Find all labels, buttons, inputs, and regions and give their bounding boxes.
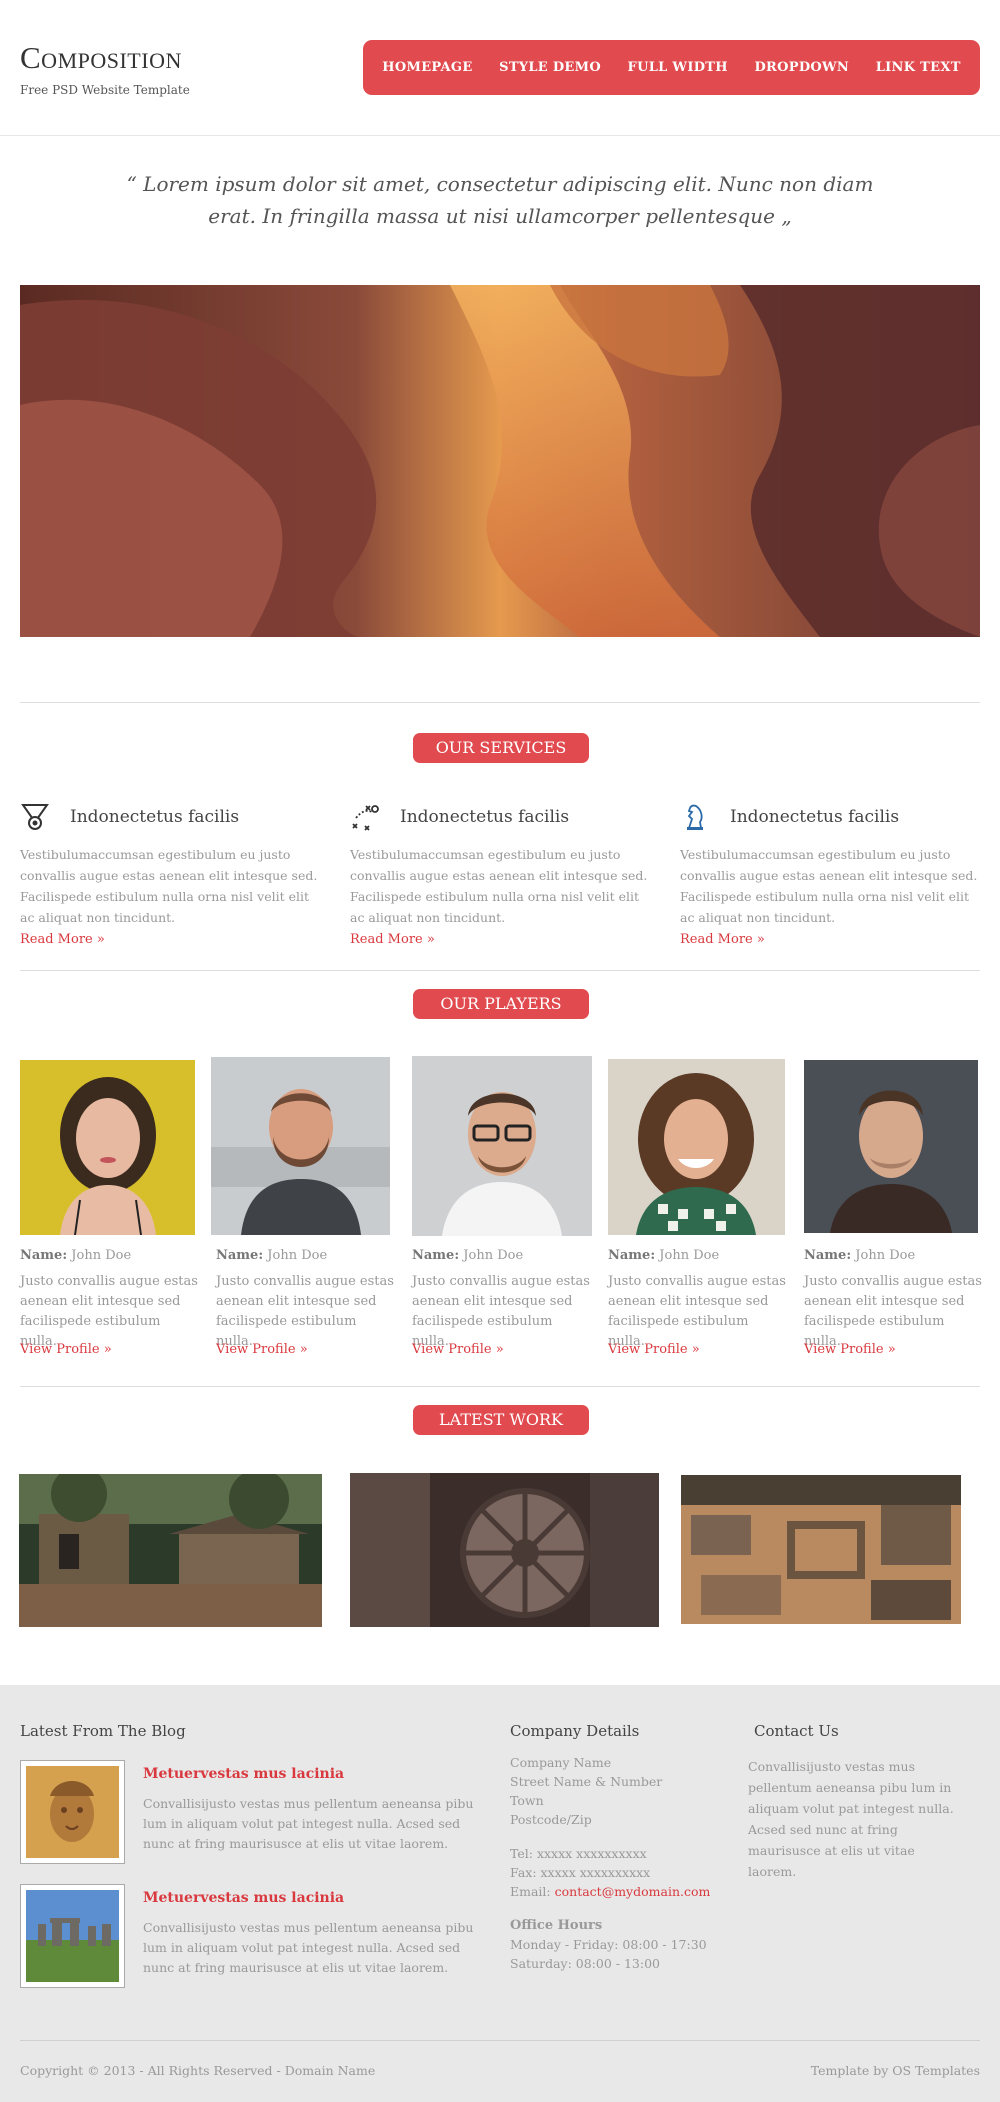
blog-heading: Latest From The Blog	[20, 1722, 186, 1740]
copyright: Copyright © 2013 - All Rights Reserved -…	[20, 2063, 376, 2078]
contact-text: Convallisijusto vestas mus pellentum aen…	[748, 1759, 954, 1879]
player-name: Name: John Doe	[20, 1248, 132, 1263]
office-hours-heading: Office Hours	[510, 1918, 603, 1933]
company-tel: Tel: xxxxx xxxxxxxxxx	[510, 1846, 647, 1861]
view-profile-link[interactable]: View Profile »	[608, 1342, 700, 1357]
service-text: Vestibulumaccumsan egestibulum eu justo …	[680, 847, 978, 925]
view-profile-link[interactable]: View Profile »	[216, 1342, 308, 1357]
divider	[20, 702, 980, 703]
service-text: Vestibulumaccumsan egestibulum eu justo …	[20, 847, 318, 925]
player-photo[interactable]	[412, 1056, 592, 1236]
player-name: Name: John Doe	[608, 1248, 720, 1263]
nav-dropdown[interactable]: DROPDOWN	[754, 60, 849, 75]
player-text: Justo convallis augue estas aenean elit …	[608, 1274, 786, 1349]
email-link[interactable]: contact@mydomain.com	[555, 1884, 711, 1899]
latest-work-heading: LATEST WORK	[413, 1405, 589, 1435]
template-credit[interactable]: Template by OS Templates	[811, 2063, 980, 2078]
company-heading: Company Details	[510, 1722, 640, 1740]
nav-style-demo[interactable]: STYLE DEMO	[499, 60, 601, 75]
footer-divider	[20, 2040, 980, 2041]
blog-post-excerpt: Convallisijusto vestas mus pellentum aen…	[143, 1796, 474, 1851]
player-photo[interactable]	[211, 1057, 390, 1235]
read-more-link[interactable]: Read More »	[20, 932, 105, 947]
hero-image	[20, 285, 980, 637]
site-tagline: Free PSD Website Template	[20, 83, 190, 97]
company-fax: Fax: xxxxx xxxxxxxxxx	[510, 1865, 651, 1880]
company-name: Company Name	[510, 1755, 612, 1770]
blog-thumbnail[interactable]	[20, 1760, 125, 1864]
intro-quote: “ Lorem ipsum dolor sit amet, consectetu…	[126, 172, 874, 228]
service-title: Indonectetus facilis	[730, 807, 900, 827]
chess-knight-icon	[680, 802, 710, 832]
company-street: Street Name & Number	[510, 1774, 663, 1789]
strategy-icon	[350, 802, 380, 832]
service-title: Indonectetus facilis	[400, 807, 570, 827]
divider	[20, 1386, 980, 1387]
view-profile-link[interactable]: View Profile »	[412, 1342, 504, 1357]
main-nav: HOMEPAGE STYLE DEMO FULL WIDTH DROPDOWN …	[363, 40, 980, 95]
read-more-link[interactable]: Read More »	[680, 932, 765, 947]
company-postcode: Postcode/Zip	[510, 1812, 592, 1827]
player-text: Justo convallis augue estas aenean elit …	[412, 1274, 590, 1349]
player-text: Justo convallis augue estas aenean elit …	[20, 1274, 198, 1349]
service-text: Vestibulumaccumsan egestibulum eu justo …	[350, 847, 648, 925]
blog-thumbnail[interactable]	[20, 1884, 125, 1988]
services-heading: OUR SERVICES	[413, 733, 589, 763]
company-town: Town	[510, 1793, 544, 1808]
divider	[20, 970, 980, 971]
contact-heading: Contact Us	[754, 1722, 839, 1740]
site-logo[interactable]: Composition	[20, 40, 182, 76]
work-image-wheel[interactable]	[350, 1473, 659, 1627]
player-text: Justo convallis augue estas aenean elit …	[216, 1274, 394, 1349]
hours-weekday: Monday - Friday: 08:00 - 17:30	[510, 1937, 707, 1952]
player-text: Justo convallis augue estas aenean elit …	[804, 1274, 982, 1349]
blog-post-title[interactable]: Metuervestas mus lacinia	[143, 1890, 344, 1906]
player-name: Name: John Doe	[216, 1248, 328, 1263]
view-profile-link[interactable]: View Profile »	[20, 1342, 112, 1357]
nav-link-text[interactable]: LINK TEXT	[876, 60, 961, 75]
players-heading: OUR PLAYERS	[413, 989, 589, 1019]
blog-post-title[interactable]: Metuervestas mus lacinia	[143, 1766, 344, 1782]
site-header: Composition Free PSD Website Template HO…	[0, 0, 1000, 136]
player-name: Name: John Doe	[412, 1248, 524, 1263]
nav-full-width[interactable]: FULL WIDTH	[628, 60, 728, 75]
medal-icon	[20, 802, 50, 832]
service-title: Indonectetus facilis	[70, 807, 240, 827]
company-email-row: Email: contact@mydomain.com	[510, 1884, 710, 1899]
view-profile-link[interactable]: View Profile »	[804, 1342, 896, 1357]
player-photo[interactable]	[608, 1059, 785, 1235]
nav-homepage[interactable]: HOMEPAGE	[382, 60, 472, 75]
email-label: Email:	[510, 1884, 551, 1899]
player-photo[interactable]	[804, 1060, 978, 1233]
work-image-ruins[interactable]	[681, 1475, 961, 1624]
player-photo[interactable]	[20, 1060, 195, 1235]
read-more-link[interactable]: Read More »	[350, 932, 435, 947]
player-name: Name: John Doe	[804, 1248, 916, 1263]
hours-saturday: Saturday: 08:00 - 13:00	[510, 1956, 660, 1971]
blog-post-excerpt: Convallisijusto vestas mus pellentum aen…	[143, 1920, 474, 1975]
work-image-temple[interactable]	[19, 1474, 322, 1627]
